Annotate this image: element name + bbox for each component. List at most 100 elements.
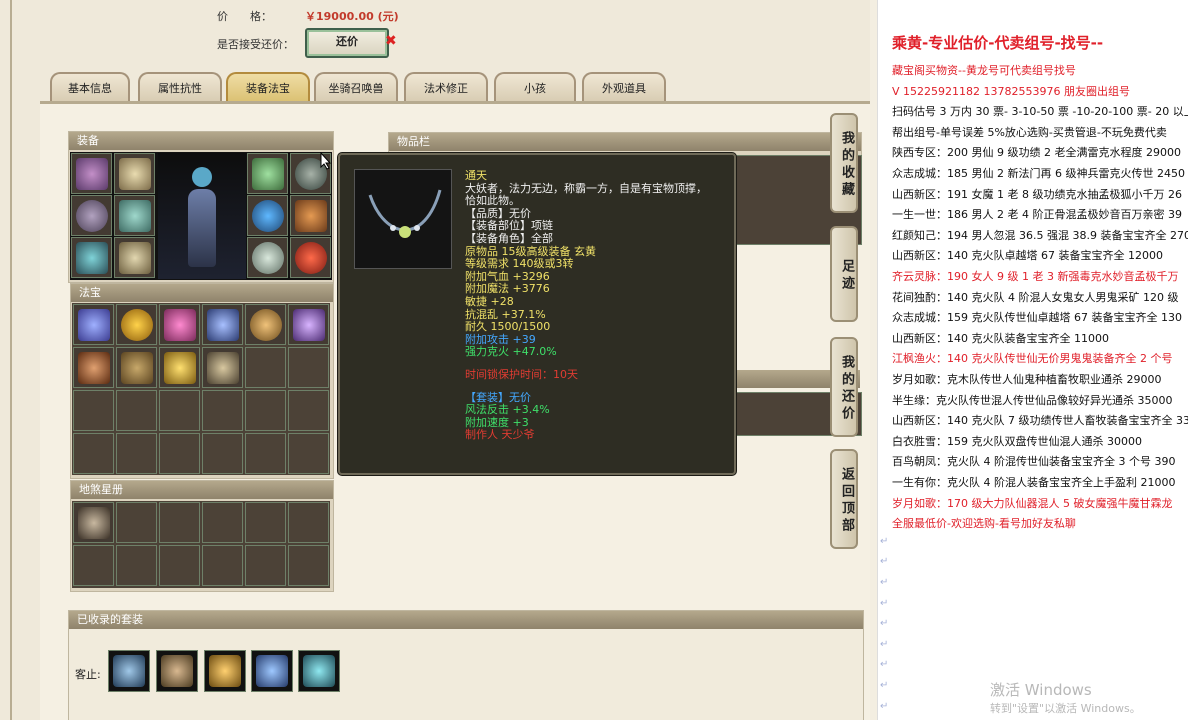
doc-line: 岁月如歌：克木队传世人仙鬼种植畜牧职业通杀 29000 (892, 373, 1162, 386)
boots-icon (119, 242, 151, 274)
treasure-slot-19[interactable] (73, 433, 114, 474)
robe-icon (119, 200, 151, 232)
talisman-slot-6[interactable] (288, 502, 329, 543)
armor-set-icon (113, 655, 145, 687)
talisman-header: 地煞星册 (71, 481, 333, 499)
set-item-4[interactable] (251, 650, 293, 692)
equip-slot-mask[interactable] (247, 153, 288, 194)
flute-icon (78, 352, 110, 384)
paragraph-mark-icon: ↵ (880, 597, 889, 609)
doc-line: 山西新区：140 克火队卓越塔 67 装备宝宝齐全 12000 (892, 249, 1163, 263)
treasure-slot-4[interactable] (202, 304, 243, 345)
doc-title: 乘黄-专业估价-代卖组号-找号-- (892, 34, 1104, 52)
treasure-slot-16[interactable] (202, 390, 243, 431)
set-item-3[interactable] (204, 650, 246, 692)
collected-sets-header: 已收录的套装 (69, 611, 863, 629)
tab-mounts[interactable]: 坐骑召唤兽 (314, 72, 398, 104)
tab-appearance[interactable]: 外观道具 (582, 72, 666, 104)
fire-orb-icon (295, 242, 327, 274)
treasure-slot-21[interactable] (159, 433, 200, 474)
talisman-slot-10[interactable] (202, 545, 243, 586)
weapon-set-icon (161, 655, 193, 687)
equip-slot-ring[interactable] (247, 195, 288, 236)
treasure-slot-12[interactable] (288, 347, 329, 388)
treasure-slot-10[interactable] (202, 347, 243, 388)
set-item-1[interactable] (108, 650, 150, 692)
footprints-button[interactable]: 足迹 (830, 226, 858, 322)
my-favorites-button[interactable]: 我的收藏 (830, 113, 858, 213)
tab-child[interactable]: 小孩 (494, 72, 576, 104)
tab-basic-info[interactable]: 基本信息 (50, 72, 130, 104)
treasure-slot-14[interactable] (116, 390, 157, 431)
doc-line: 半生缘：克火队传世混人传世仙品像较好异光通杀 35000 (892, 393, 1173, 407)
treasure-slot-17[interactable] (245, 390, 286, 431)
set-item-5[interactable] (298, 650, 340, 692)
bell-icon (293, 309, 325, 341)
doc-line: 众志成城：185 男仙 2 新法门再 6 级神兵雷克火传世 2450 (892, 167, 1185, 180)
set-item-2[interactable] (156, 650, 198, 692)
paragraph-mark-icon: ↵ (880, 700, 889, 712)
doc-line: 全服最低价-欢迎选购-看号加好友私聊 (892, 517, 1076, 531)
treasure-slot-3[interactable] (159, 304, 200, 345)
paragraph-mark-icon: ↵ (880, 680, 889, 691)
talisman-slot-3[interactable] (159, 502, 200, 543)
equip-slot-armor[interactable] (114, 195, 155, 236)
treasure-slot-8[interactable] (116, 347, 157, 388)
talisman-slot-12[interactable] (288, 545, 329, 586)
equip-slot-hat[interactable] (71, 153, 112, 194)
treasure-header: 法宝 (71, 284, 333, 302)
doc-line: 江枫渔火：140 克火队传世仙无价男鬼鬼装备齐全 2 个号 (892, 352, 1173, 366)
doc-line: 山西新区：140 克火队 7 级功绩传世人畜牧装备宝宝齐全 335 (892, 414, 1188, 428)
close-icon[interactable]: ✖ (385, 33, 397, 49)
bracelet-icon (252, 242, 284, 274)
equip-slot-bracelet[interactable] (247, 237, 288, 278)
equip-slot-boots[interactable] (114, 237, 155, 278)
talisman-slot-11[interactable] (245, 545, 286, 586)
tab-attributes[interactable]: 属性抗性 (138, 72, 222, 104)
talisman-slot-7[interactable] (73, 545, 114, 586)
tooltip-line: 强力克火 +47.0% (465, 345, 557, 359)
mask-icon (252, 158, 284, 190)
doc-line: 山西新区：191 女魔 1 老 8 级功绩克水抽孟极狐小千万 26 (892, 187, 1182, 201)
tab-equipment[interactable]: 装备法宝 (226, 72, 310, 104)
talisman-slot-8[interactable] (116, 545, 157, 586)
treasure-slot-7[interactable] (73, 347, 114, 388)
treasure-slot-24[interactable] (288, 433, 329, 474)
crown-set-icon (303, 655, 335, 687)
treasure-slot-15[interactable] (159, 390, 200, 431)
bargain-button[interactable]: 还价 (305, 28, 389, 58)
equip-slot-belt[interactable] (71, 237, 112, 278)
item-tooltip: 通天 大妖者，法力无边，称霸一方，自是有宝物顶撑， 恰如此物。 【品质】无价 【装备部位… (338, 153, 736, 475)
equip-slot-amulet[interactable] (290, 195, 331, 236)
back-to-top-button[interactable]: 返回顶部 (830, 449, 858, 549)
warrior-card-icon (78, 507, 110, 539)
tab-spell-mods[interactable]: 法术修正 (404, 72, 488, 104)
equip-slot-charm[interactable] (290, 237, 331, 278)
treasure-slot-20[interactable] (116, 433, 157, 474)
my-bargains-button[interactable]: 我的还价 (830, 337, 858, 437)
character-portrait (158, 153, 246, 279)
talisman-slot-5[interactable] (245, 502, 286, 543)
treasure-grid (72, 303, 330, 475)
talisman-slot-9[interactable] (159, 545, 200, 586)
doc-line: V 15225921182 13782553976 朋友圈出组号 (892, 84, 1130, 98)
treasure-slot-13[interactable] (73, 390, 114, 431)
equip-slot-head[interactable] (114, 153, 155, 194)
treasure-slot-23[interactable] (245, 433, 286, 474)
equip-slot-weapon[interactable] (71, 195, 112, 236)
treasure-slot-11[interactable] (245, 347, 286, 388)
talisman-slot-2[interactable] (116, 502, 157, 543)
treasure-slot-5[interactable] (245, 304, 286, 345)
doc-line: 齐云灵脉：190 女人 9 级 1 老 3 新强毒克水妙音孟极千万 (892, 270, 1179, 283)
talisman-slot-4[interactable] (202, 502, 243, 543)
treasure-slot-6[interactable] (288, 304, 329, 345)
doc-line: 一生有你：克火队 4 阶混人装备宝宝齐全上手盈利 21000 (892, 476, 1176, 489)
amulet-icon (295, 200, 327, 232)
treasure-slot-1[interactable] (73, 304, 114, 345)
treasure-slot-9[interactable] (159, 347, 200, 388)
treasure-slot-2[interactable] (116, 304, 157, 345)
talisman-slot-1[interactable] (73, 502, 114, 543)
treasure-slot-22[interactable] (202, 433, 243, 474)
cursor-icon (320, 152, 332, 170)
treasure-slot-18[interactable] (288, 390, 329, 431)
